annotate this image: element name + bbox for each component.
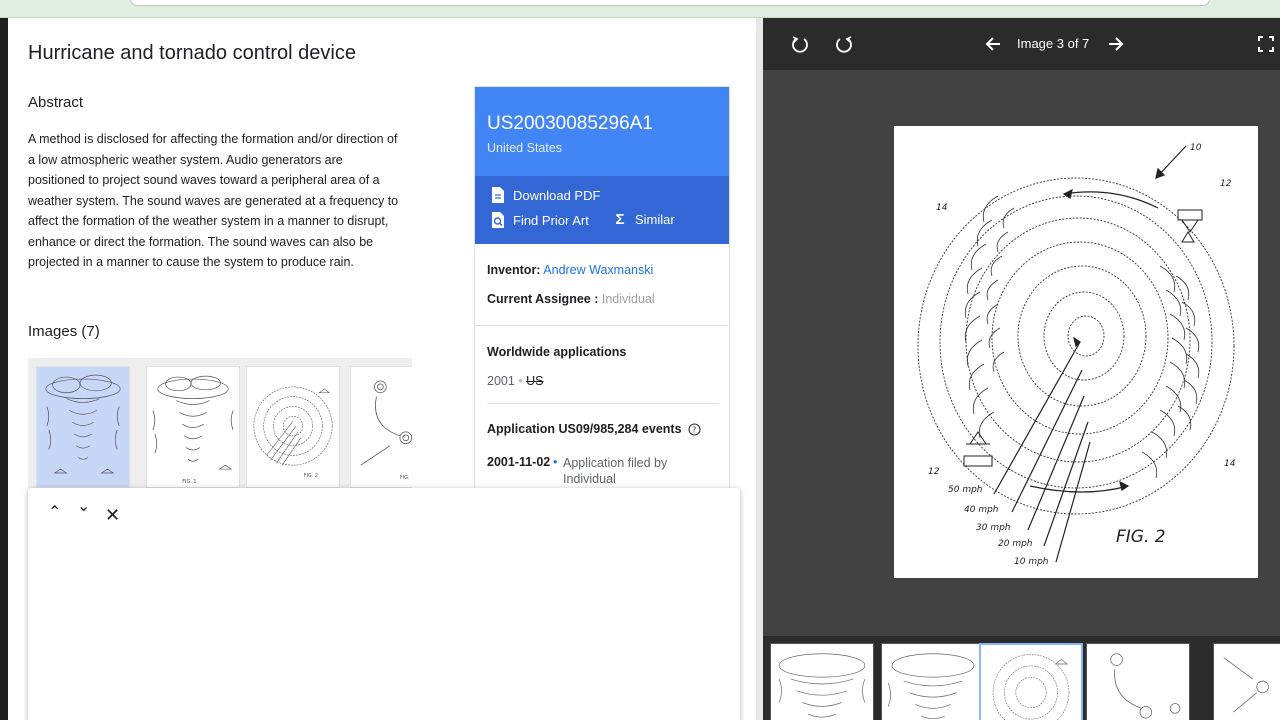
browser-window: Hurricane and tornado control device Abs… [0,0,1280,720]
help-circle-icon[interactable]: ? [687,422,701,436]
svg-text:10 mph: 10 mph [1014,557,1049,567]
sound-generators [963,209,1203,467]
divider [475,325,729,326]
document-icon [492,187,504,203]
worldwide-country-link[interactable]: US [526,374,543,388]
download-pdf-label: Download PDF [513,187,601,203]
svg-text:10: 10 [1190,143,1202,153]
svg-text:FIG. 2: FIG. 2 [304,473,318,479]
chevron-up-icon[interactable]: ⌃ [48,502,61,522]
divider [487,403,719,404]
image-thumbnail-strip[interactable]: FIG. 1 FIG. 2 FIG. [28,358,412,488]
viewer-thumbnail-1[interactable] [770,643,874,720]
worldwide-year: 2001 [487,374,515,388]
svg-text:14: 14 [1224,459,1236,469]
patent-actions: Download PDF Find Prior Art Σ Similar [475,176,729,244]
inventor-label: Inventor: [487,263,541,277]
viewer-thumbnail-2[interactable] [881,643,985,720]
sigma-icon: Σ [615,211,625,228]
right-wave-arcs [1141,265,1200,479]
arrow-left-icon[interactable] [984,35,1002,53]
events-heading: Application US09/985,284 events ? [487,422,701,436]
thumbnail-1[interactable] [36,366,130,488]
rotate-left-icon[interactable] [790,34,810,54]
svg-text:FIG.: FIG. [400,475,410,481]
thumbnail-3[interactable]: FIG. 2 [246,366,340,488]
fullscreen-icon[interactable] [1258,36,1274,52]
inventor-row: Inventor: Andrew Waxmanski [487,263,653,277]
left-wave-arcs [964,195,1015,439]
find-prior-art-label: Find Prior Art [513,212,589,228]
svg-text:12: 12 [928,467,940,477]
svg-text:FIG. 1: FIG. 1 [182,479,196,485]
svg-text:50 mph: 50 mph [948,485,983,495]
chevron-down-icon[interactable]: ⌄ [77,496,90,516]
patent-country: United States [487,141,563,155]
find-prior-art-button[interactable]: Find Prior Art [489,211,589,229]
inventor-link[interactable]: Andrew Waxmanski [543,263,653,277]
close-icon[interactable]: ✕ [105,505,120,526]
ring [1043,291,1125,381]
svg-text:40 mph: 40 mph [964,505,999,515]
similar-label: Similar [635,212,675,227]
svg-text:30 mph: 30 mph [976,523,1011,533]
rotate-right-icon[interactable] [834,34,854,54]
image-viewer: Image 3 of 7 10 12 14 12 14 50 mph 40 mp… [763,18,1280,720]
patent-info-card: US20030085296A1 United States Download P… [474,86,730,526]
find-in-page-bar: ⌃ ⌄ ✕ [28,488,740,720]
ring [1067,315,1105,357]
search-document-icon [492,212,504,228]
panel-separator[interactable] [756,18,763,720]
patent-header: US20030085296A1 United States [475,87,729,176]
page-title: Hurricane and tornado control device [28,42,356,64]
similar-button[interactable]: Σ Similar [611,211,675,228]
svg-text:?: ? [692,425,696,434]
assignee-value: Individual [601,292,655,306]
svg-text:20 mph: 20 mph [998,539,1033,549]
patent-number: US20030085296A1 [487,113,653,134]
assignee-row: Current Assignee : Individual [487,292,655,306]
browser-top-bar [0,0,1280,18]
event-row: 2001-11-02 [487,455,550,469]
viewer-thumbnail-3[interactable] [979,643,1083,720]
patent-details-panel: Hurricane and tornado control device Abs… [8,18,756,720]
image-counter: Image 3 of 7 [1017,36,1090,51]
download-pdf-button[interactable]: Download PDF [489,186,600,204]
svg-text:14: 14 [936,203,948,213]
event-description: • Application filed by Individual [553,455,668,486]
viewer-thumbnail-5[interactable] [1213,643,1280,720]
thumbnail-4[interactable]: FIG. [350,366,412,488]
viewer-toolbar: Image 3 of 7 [763,18,1280,70]
viewer-thumbnail-strip[interactable] [763,636,1280,720]
assignee-label: Current Assignee : [487,292,599,306]
svg-text:FIG. 2: FIG. 2 [1116,527,1166,547]
event-date: 2001-11-02 [487,455,551,469]
svg-text:12: 12 [1220,179,1232,189]
worldwide-heading: Worldwide applications [487,345,627,359]
figure-drawing: 10 12 14 12 14 50 mph 40 mph 30 mph 20 m… [917,143,1236,567]
ring [1017,265,1147,407]
address-bar[interactable] [130,0,1210,6]
images-heading: Images (7) [28,323,100,340]
patent-figure-image: 10 12 14 12 14 50 mph 40 mph 30 mph 20 m… [894,126,1258,578]
viewer-thumbnail-4[interactable] [1086,643,1190,720]
thumbnail-2[interactable]: FIG. 1 [146,366,240,488]
arrow-right-icon[interactable] [1107,35,1125,53]
worldwide-applications: 2001 • US [487,374,544,388]
abstract-text: A method is disclosed for affecting the … [28,132,399,269]
abstract-heading: Abstract [28,94,84,111]
window-edge [0,18,8,720]
